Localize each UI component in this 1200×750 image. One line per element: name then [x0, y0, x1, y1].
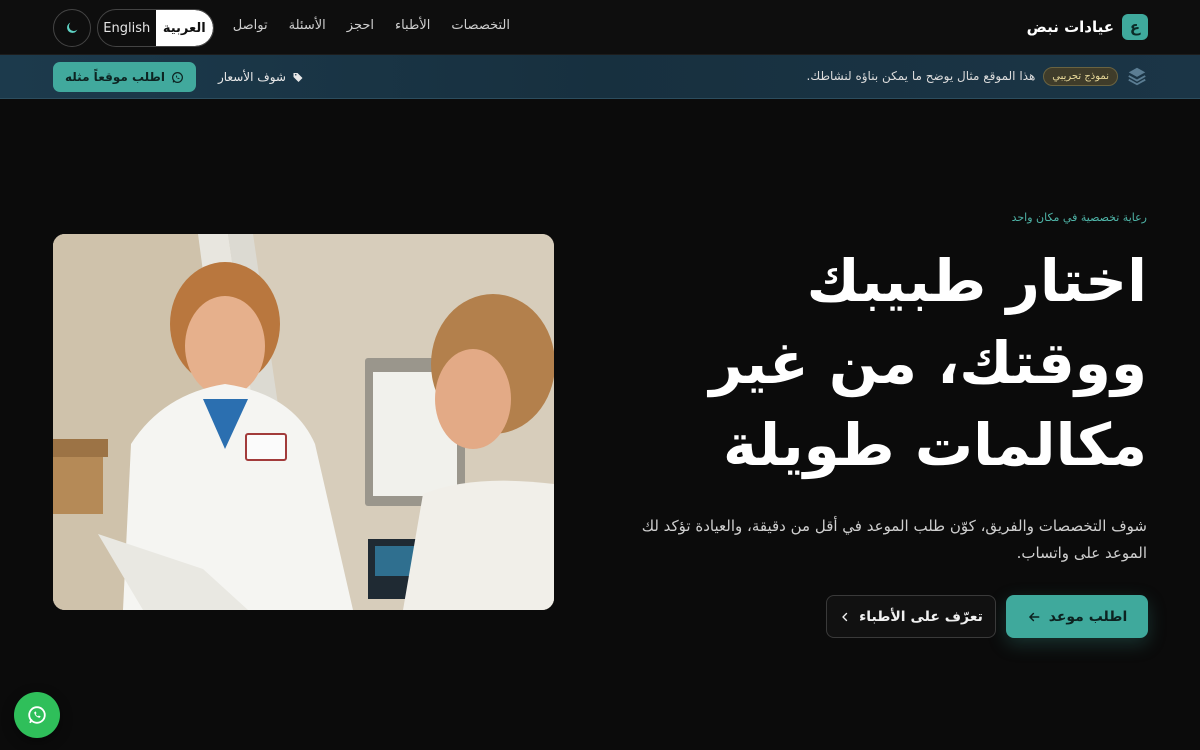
language-option-english[interactable]: English	[98, 10, 156, 46]
main-nav: التخصصات الأطباء احجز الأسئلة تواصل	[233, 18, 510, 33]
pricing-label: شوف الأسعار	[217, 70, 286, 84]
moon-icon	[67, 22, 78, 33]
hero-description: شوف التخصصات والفريق، كوّن طلب الموعد في…	[641, 517, 1147, 562]
whatsapp-floating-button[interactable]	[14, 692, 60, 738]
request-site-label: اطلب موقعاً مثله	[65, 70, 165, 84]
announcement-message: نموذج تجريبي هذا الموقع مثال يوضح ما يمك…	[807, 65, 1148, 87]
hero-kicker: رعاية تخصصية في مكان واحد	[1011, 211, 1147, 224]
site-header: ع عيادات نبض التخصصات الأطباء احجز الأسئ…	[0, 0, 1200, 55]
nav-specialties[interactable]: التخصصات	[451, 18, 510, 33]
meet-doctors-label: تعرّف على الأطباء	[859, 608, 983, 625]
brand-name: عيادات نبض	[1026, 18, 1114, 36]
request-appointment-button[interactable]: اطلب موعد	[1006, 595, 1148, 638]
nav-contact[interactable]: تواصل	[233, 18, 268, 33]
brand-logo: ع	[1122, 14, 1148, 40]
hero-title: اختار طبيبك ووقتك، من غير مكالمات طويلة	[667, 240, 1147, 486]
hero-title-line-3: مكالمات طويلة	[723, 411, 1147, 479]
request-appointment-label: اطلب موعد	[1048, 608, 1128, 625]
nav-faq[interactable]: الأسئلة	[289, 18, 326, 33]
demo-badge: نموذج تجريبي	[1043, 66, 1118, 86]
whatsapp-icon	[28, 706, 46, 724]
hero-title-line-1: اختار طبيبك	[806, 247, 1147, 315]
nav-doctors[interactable]: الأطباء	[395, 18, 430, 33]
tag-icon	[293, 73, 303, 82]
language-option-arabic[interactable]: العربية	[155, 10, 213, 46]
meet-doctors-button[interactable]: تعرّف على الأطباء	[826, 595, 996, 638]
language-toggle: English العربية	[97, 9, 214, 47]
layers-icon	[1128, 67, 1146, 86]
announcement-bar: اطلب موقعاً مثله شوف الأسعار نموذج تجريب…	[0, 55, 1200, 99]
nav-book[interactable]: احجز	[347, 18, 374, 33]
hero-image	[53, 234, 554, 610]
announcement-actions: اطلب موقعاً مثله شوف الأسعار	[53, 62, 304, 92]
brand[interactable]: ع عيادات نبض	[1027, 14, 1148, 40]
announcement-text: هذا الموقع مثال يوضح ما يمكن بناؤه لنشاط…	[806, 69, 1036, 83]
theme-toggle-button[interactable]	[53, 9, 91, 47]
hero-title-line-2: ووقتك، من غير	[709, 329, 1147, 397]
whatsapp-icon	[171, 71, 183, 83]
request-site-button[interactable]: اطلب موقعاً مثله	[53, 62, 196, 92]
chevron-left-icon	[842, 612, 848, 621]
doctor-patient-illustration	[53, 234, 554, 610]
pricing-link[interactable]: شوف الأسعار	[218, 70, 304, 84]
arrow-left-icon	[1028, 612, 1040, 621]
